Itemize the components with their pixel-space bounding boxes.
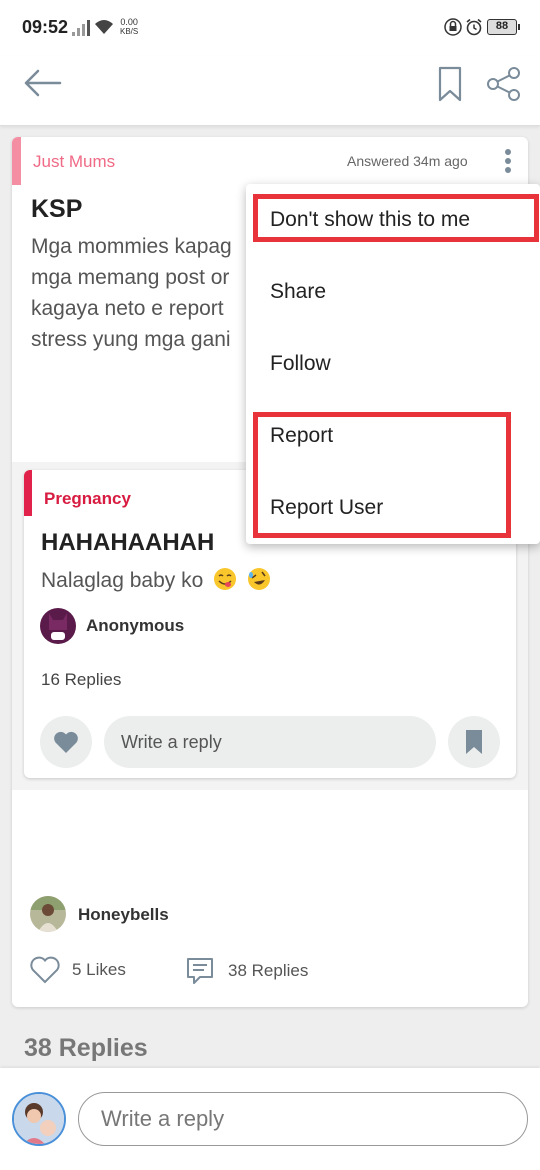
- embedded-like-button[interactable]: [40, 716, 92, 768]
- category-accent-bar: [12, 137, 21, 185]
- current-user-avatar[interactable]: [12, 1092, 66, 1146]
- embedded-bookmark-button[interactable]: [448, 716, 500, 768]
- cellular-signal-icon: [72, 20, 90, 36]
- menu-item-report-user[interactable]: Report User: [246, 472, 540, 544]
- post-answered-time: Answered 34m ago: [347, 153, 468, 169]
- back-arrow-icon[interactable]: [22, 68, 64, 98]
- embedded-category-accent: [24, 470, 32, 516]
- share-icon[interactable]: [486, 66, 522, 102]
- post-category[interactable]: Just Mums: [33, 152, 115, 172]
- embedded-post-body: Nalaglag baby ko: [41, 567, 271, 593]
- anonymous-avatar-icon: [40, 608, 76, 644]
- menu-item-follow[interactable]: Follow: [246, 328, 540, 400]
- bookmark-icon: [466, 730, 482, 754]
- reply-input[interactable]: [78, 1092, 528, 1146]
- bookmark-icon[interactable]: [436, 64, 464, 104]
- network-speed: 0.00 KB/S: [120, 17, 139, 37]
- embedded-post-title: HAHAHAAHAH: [41, 529, 215, 556]
- embedded-post-replies[interactable]: 16 Replies: [41, 670, 121, 690]
- author-name[interactable]: Honeybells: [78, 905, 169, 925]
- embedded-post-category[interactable]: Pregnancy: [44, 489, 131, 509]
- menu-item-label: Share: [270, 280, 327, 303]
- heart-icon: [54, 731, 78, 753]
- app-header: [0, 56, 540, 126]
- likes-count[interactable]: 5 Likes: [72, 960, 126, 980]
- menu-item-dont-show[interactable]: Don't show this to me: [246, 184, 540, 256]
- status-bar: 09:52 0.00 KB/S 88: [0, 0, 540, 56]
- alarm-icon: [466, 18, 482, 36]
- replies-section-heading: 38 Replies: [24, 1034, 148, 1062]
- yum-face-emoji-icon: [214, 568, 237, 590]
- post-title: KSP: [31, 195, 83, 223]
- menu-item-share[interactable]: Share: [246, 256, 540, 328]
- current-user-photo: [14, 1094, 64, 1144]
- network-speed-value: 0.00: [120, 17, 138, 27]
- embedded-reply-placeholder: Write a reply: [121, 732, 222, 752]
- embedded-post-body-text: Nalaglag baby ko: [41, 569, 204, 592]
- replies-count[interactable]: 38 Replies: [228, 961, 308, 981]
- menu-item-label: Don't show this to me: [270, 208, 471, 231]
- embedded-post-author: Anonymous: [86, 616, 185, 635]
- reply-bar: [0, 1068, 540, 1170]
- battery-indicator: 88: [487, 19, 520, 35]
- embedded-reply-field[interactable]: Write a reply: [104, 716, 436, 768]
- author-photo: [30, 896, 66, 932]
- options-menu: Don't show this to me Share Follow Repor…: [246, 184, 540, 544]
- menu-item-report[interactable]: Report: [246, 400, 540, 472]
- rofl-emoji-icon: [247, 568, 270, 590]
- menu-item-label: Follow: [270, 352, 331, 375]
- menu-item-label: Report: [270, 424, 334, 447]
- rotation-lock-icon: [444, 18, 462, 36]
- wifi-icon: [95, 20, 113, 34]
- comment-icon[interactable]: [184, 955, 216, 987]
- author-avatar[interactable]: [30, 896, 66, 932]
- network-speed-unit: KB/S: [120, 27, 139, 36]
- status-time: 09:52: [22, 17, 69, 37]
- heart-outline-icon[interactable]: [29, 955, 61, 985]
- more-options-icon[interactable]: [502, 147, 514, 175]
- menu-item-label: Report User: [270, 496, 384, 519]
